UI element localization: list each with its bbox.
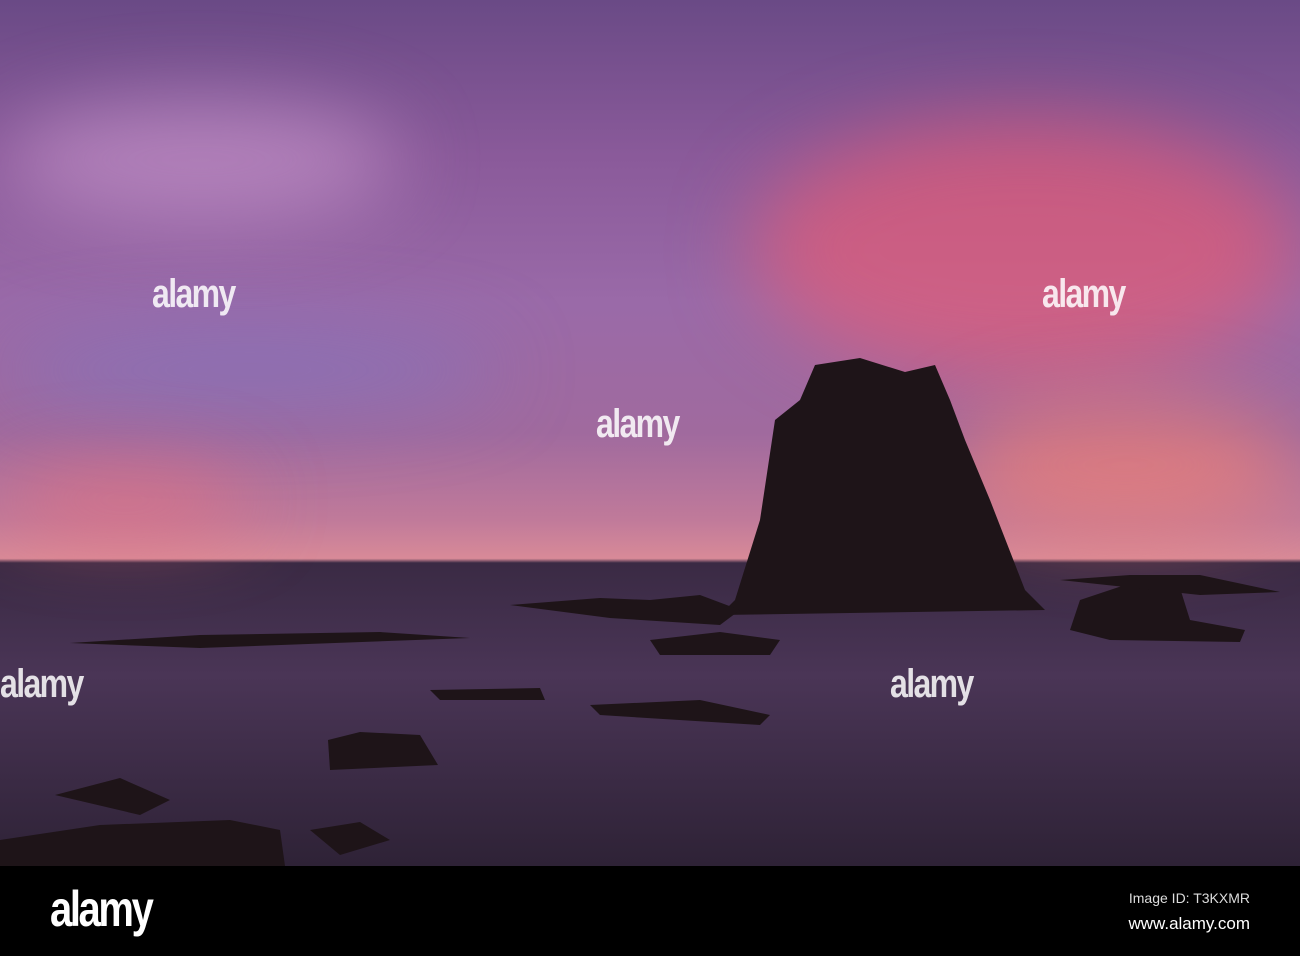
watermark: alamy [152,272,236,316]
image-id: Image ID: T3KXMR [1128,890,1250,906]
site-url: www.alamy.com [1128,914,1250,933]
footer-bar: alamy Image ID: T3KXMR www.alamy.com [0,866,1300,956]
watermark: alamy [890,662,974,706]
watermark: alamy [596,402,680,446]
watermark: alamy [1042,272,1126,316]
alamy-logo: alamy [50,881,154,937]
stock-photo-page: alamy alamy alamy alamy alamy alamy Imag… [0,0,1300,956]
watermark: alamy [0,662,84,706]
sea-stack-rock [720,358,1045,615]
small-rocks [0,575,1280,866]
sunset-seascape-photo: alamy alamy alamy alamy alamy [0,0,1300,866]
